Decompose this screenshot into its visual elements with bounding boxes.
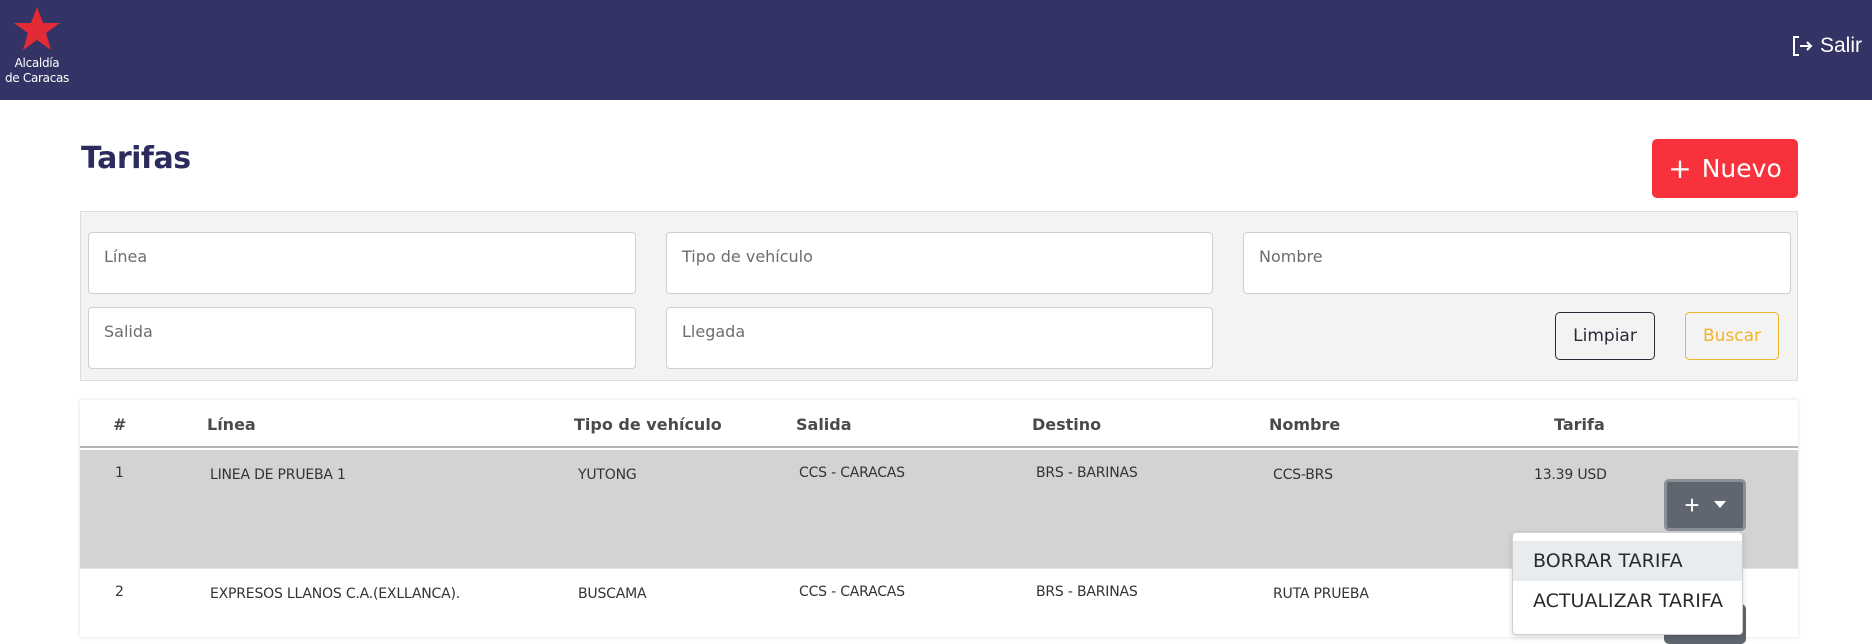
salida-input[interactable]: Salida (88, 307, 636, 369)
nombre-input[interactable]: Nombre (1243, 232, 1791, 294)
star-icon (14, 7, 60, 50)
logout-button[interactable]: Salir (1790, 30, 1862, 62)
page-title: Tarifas (81, 141, 191, 176)
menu-item-actualizar-tarifa[interactable]: ACTUALIZAR TARIFA (1513, 581, 1742, 621)
llegada-input[interactable]: Llegada (666, 307, 1213, 369)
logo-text: Alcaldía de Caracas (0, 56, 74, 86)
col-nombre[interactable]: Nombre (1269, 415, 1340, 434)
row-num: 1 (115, 465, 124, 481)
row-tarifa: 13.39 USD (1534, 467, 1607, 483)
col-linea[interactable]: Línea (207, 415, 256, 434)
alcaldia-logo[interactable]: Alcaldía de Caracas (0, 6, 74, 90)
plus-icon: + (1668, 151, 1692, 185)
row-linea: LINEA DE PRUEBA 1 (210, 467, 346, 483)
row-nombre: RUTA PRUEBA (1273, 586, 1369, 602)
col-salida[interactable]: Salida (796, 415, 852, 434)
clear-button[interactable]: Limpiar (1555, 312, 1655, 360)
logout-label: Salir (1819, 34, 1862, 57)
row-actions-button[interactable]: + (1664, 479, 1746, 531)
row-destino: BRS - BARINAS (1036, 584, 1138, 600)
caret-down-icon (1713, 501, 1726, 508)
col-tarifa[interactable]: Tarifa (1554, 415, 1605, 434)
row-destino: BRS - BARINAS (1036, 465, 1138, 481)
top-navbar: Alcaldía de Caracas Salir (0, 0, 1872, 100)
row-actions-menu: BORRAR TARIFA ACTUALIZAR TARIFA (1512, 532, 1743, 635)
col-destino[interactable]: Destino (1032, 415, 1101, 434)
tipo-vehiculo-input[interactable]: Tipo de vehículo (666, 232, 1213, 294)
menu-item-borrar-tarifa[interactable]: BORRAR TARIFA (1513, 541, 1742, 581)
row-salida: CCS - CARACAS (799, 584, 905, 600)
row-salida: CCS - CARACAS (799, 465, 905, 481)
logout-icon (1792, 36, 1813, 56)
linea-input[interactable]: Línea (88, 232, 636, 294)
row-linea: EXPRESOS LLANOS C.A.(EXLLANCA). (210, 586, 460, 602)
new-button-label: Nuevo (1701, 154, 1782, 183)
search-button[interactable]: Buscar (1685, 312, 1779, 360)
row-tipo: YUTONG (578, 467, 637, 483)
table-header: # Línea Tipo de vehículo Salida Destino … (80, 400, 1798, 448)
logo-line-1: Alcaldía (14, 56, 60, 70)
row-nombre: CCS-BRS (1273, 467, 1333, 483)
col-tipo-vehiculo[interactable]: Tipo de vehículo (574, 415, 722, 434)
logo-line-2: de Caracas (4, 71, 70, 85)
row-num: 2 (115, 584, 124, 600)
filter-panel: Línea Tipo de vehículo Nombre Salida Lle… (80, 211, 1798, 381)
new-button[interactable]: + Nuevo (1652, 139, 1798, 198)
col-num[interactable]: # (113, 415, 126, 434)
row-tipo: BUSCAMA (578, 586, 647, 602)
plus-icon: + (1684, 490, 1700, 520)
